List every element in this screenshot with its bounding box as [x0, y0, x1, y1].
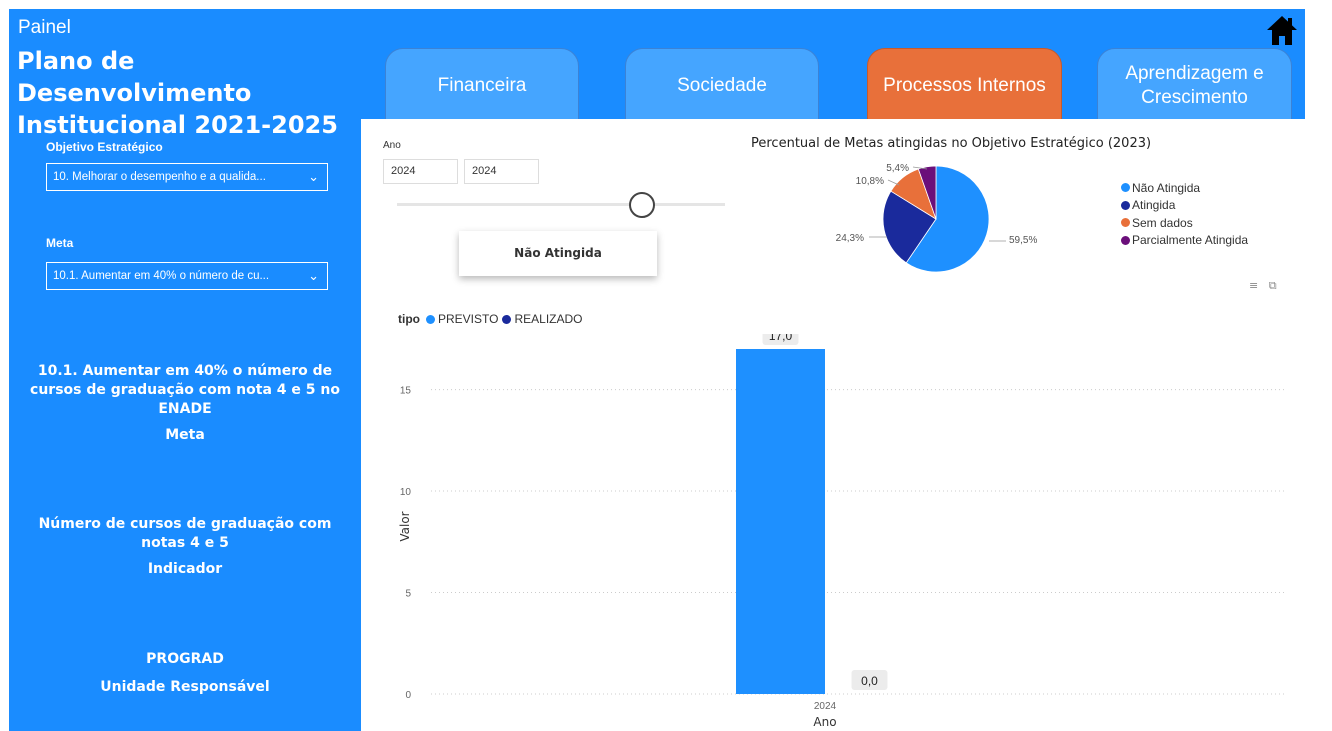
page-title: Plano de Desenvolvimento Institucional 2…	[17, 47, 338, 139]
objetivo-dropdown-value: 10. Melhorar o desempenho e a qualida...	[53, 171, 266, 183]
pie-chart-title: Percentual de Metas atingidas no Objetiv…	[751, 136, 1152, 151]
ano-filter-label: Ano	[383, 140, 401, 151]
pie-chart: 59,5% 24,3% 10,8%5,4%	[836, 163, 1037, 273]
filter-icon[interactable]: ≡	[1249, 279, 1258, 292]
legend-dot-previsto	[426, 314, 435, 324]
meta-card-value: 10.1. Aumentar em 40% o número de cursos…	[30, 363, 340, 417]
legend-item[interactable]: Sem dados	[1121, 214, 1248, 232]
meta-label: Meta	[46, 236, 74, 250]
ano-slider-track[interactable]	[397, 203, 725, 206]
chevron-down-icon: ⌄	[308, 169, 319, 184]
legend-dot-realizado	[502, 314, 512, 324]
y-axis-label: Valor	[398, 511, 412, 541]
y-tick-label: 0	[405, 690, 411, 701]
data-label: 17,0	[769, 334, 793, 343]
tab-sociedade[interactable]: Sociedade	[625, 48, 819, 120]
main-content: Ano 2024 2024 Não Atingida Percentual de…	[361, 119, 1305, 731]
pie-data-label: 24,3%	[836, 233, 864, 244]
legend-label: Parcialmente Atingida	[1132, 233, 1249, 248]
pie-data-label: 10,8%	[856, 176, 884, 187]
tab-financeira[interactable]: Financeira	[385, 48, 579, 120]
tab-aprendizagem-crescimento[interactable]: Aprendizagem e Crescimento	[1097, 48, 1292, 120]
legend-dot	[1121, 235, 1130, 245]
legend-label: Sem dados	[1132, 215, 1193, 230]
tab-label: Financeira	[437, 75, 527, 96]
legend-label: Não Atingida	[1132, 180, 1201, 195]
unidade-card: PROGRAD Unidade Responsável	[29, 650, 341, 697]
tab-label: Sociedade	[677, 75, 767, 96]
sidebar: Painel Plano de Desenvolvimento Instituc…	[9, 9, 361, 731]
status-card: Não Atingida	[459, 231, 657, 276]
pie-data-label: 59,5%	[1009, 235, 1037, 246]
ano-slider-handle[interactable]	[629, 192, 655, 218]
tab-label: Processos Internos	[883, 75, 1046, 96]
meta-dropdown[interactable]: 10.1. Aumentar em 40% o número de cu... …	[46, 262, 328, 290]
unidade-card-label: Unidade Responsável	[100, 679, 270, 695]
y-tick-label: 10	[400, 487, 412, 498]
x-tick-label: 2024	[814, 701, 837, 712]
tab-processos-internos[interactable]: Processos Internos	[867, 48, 1062, 120]
y-tick-label: 15	[400, 386, 412, 397]
ano-from-input[interactable]: 2024	[383, 159, 458, 184]
legend-label-previsto: PREVISTO	[438, 312, 499, 326]
pie-legend: Não Atingida Atingida Sem dados Parcialment…	[1121, 179, 1248, 249]
legend-label: Atingida	[1132, 198, 1176, 213]
meta-card: 10.1. Aumentar em 40% o número de cursos…	[29, 362, 341, 445]
bar-previsto[interactable]	[736, 349, 825, 694]
tab-label: Aprendizagem e Crescimento	[1125, 63, 1264, 108]
y-tick-label: 5	[405, 589, 411, 600]
objetivo-label: Objetivo Estratégico	[46, 140, 163, 154]
indicador-card-value: Número de cursos de graduação com notas …	[38, 516, 332, 551]
legend-label-realizado: REALIZADO	[514, 312, 583, 326]
unidade-card-value: PROGRAD	[146, 651, 224, 667]
legend-dot	[1121, 218, 1130, 228]
meta-dropdown-value: 10.1. Aumentar em 40% o número de cu...	[53, 270, 270, 282]
focus-mode-icon[interactable]: ⧉	[1269, 279, 1277, 292]
objetivo-dropdown[interactable]: 10. Melhorar o desempenho e a qualida...…	[46, 163, 328, 191]
pie-data-label: 5,4%	[886, 163, 909, 174]
meta-card-label: Meta	[165, 427, 205, 443]
legend-item[interactable]: Atingida	[1121, 197, 1248, 215]
chevron-down-icon: ⌄	[308, 268, 319, 283]
legend-item[interactable]: Parcialmente Atingida	[1121, 232, 1248, 250]
app-label: Painel	[18, 17, 71, 38]
bar-legend: tipo PREVISTO REALIZADO	[398, 312, 582, 326]
bar-legend-title: tipo	[398, 312, 420, 326]
x-axis-label: Ano	[813, 715, 836, 729]
legend-item[interactable]: Não Atingida	[1121, 179, 1248, 197]
indicador-card-label: Indicador	[147, 561, 223, 577]
ano-to-input[interactable]: 2024	[464, 159, 539, 184]
indicador-card: Número de cursos de graduação com notas …	[29, 515, 341, 579]
legend-dot	[1121, 200, 1130, 210]
visual-header-icons: ≡ ⧉	[1249, 279, 1277, 293]
bar-chart: 0 5 10 15 Valor 17,0 0,0 2024 Ano	[398, 334, 1286, 729]
home-icon[interactable]	[1265, 13, 1299, 47]
data-label: 0,0	[861, 674, 878, 688]
legend-dot	[1121, 183, 1130, 193]
